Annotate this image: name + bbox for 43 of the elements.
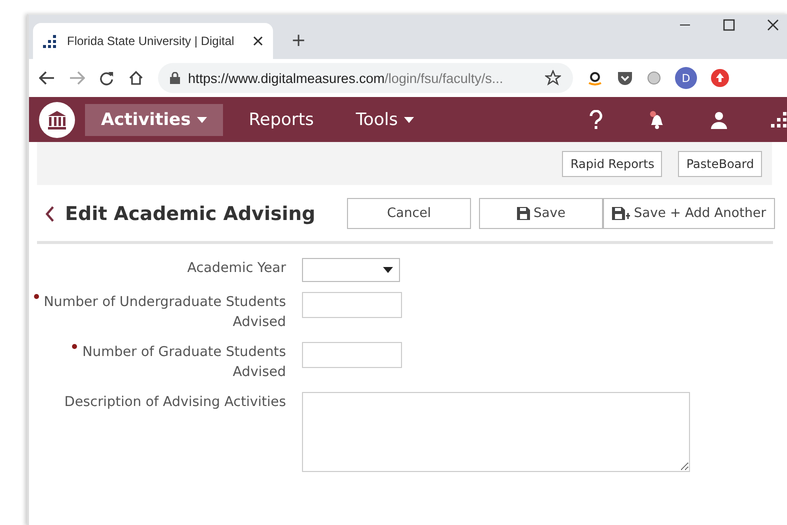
caret-icon: [383, 267, 393, 273]
toolbar-button[interactable]: PasteBoard: [678, 150, 762, 176]
field-label: Number of Graduate Students Advised: [29, 342, 286, 382]
save-icon: [516, 207, 530, 220]
input-field[interactable]: [302, 342, 402, 368]
field-label: Description of Advising Activities: [63, 393, 286, 412]
help-icon[interactable]: [589, 110, 603, 130]
star-icon[interactable]: [545, 70, 561, 86]
circle-icon[interactable]: [647, 71, 661, 85]
user-icon[interactable]: [711, 110, 727, 128]
maximize-icon[interactable]: [723, 19, 735, 31]
reload-icon[interactable]: [99, 70, 114, 86]
select-field[interactable]: [302, 258, 400, 282]
lock-icon: [170, 72, 180, 84]
dots-logo-icon[interactable]: [771, 112, 787, 128]
nav-menu-item[interactable]: Activities: [85, 104, 223, 136]
dots-logo-icon: [43, 34, 59, 48]
profile-avatar[interactable]: D: [675, 67, 697, 89]
close-icon[interactable]: [767, 19, 779, 31]
action-button[interactable]: Save + Add Another: [603, 198, 775, 229]
pocket-icon[interactable]: [617, 70, 633, 86]
address-bar[interactable]: https://www.digitalmeasures.com/login/fsu/faculty/s...: [158, 63, 573, 93]
back-arrow-icon[interactable]: [39, 71, 55, 85]
new-tab-button[interactable]: +: [291, 30, 306, 51]
page-title: Edit Academic Advising: [65, 202, 316, 224]
field-label: Number of Undergraduate Students Advised: [29, 292, 286, 332]
toolbar-button[interactable]: Rapid Reports: [562, 150, 662, 176]
browser-tab[interactable]: Florida State University | Digital: [33, 23, 273, 59]
amazon-logo-icon[interactable]: [587, 70, 603, 86]
action-button[interactable]: Cancel: [347, 198, 471, 229]
nav-menu-item[interactable]: Tools: [340, 104, 430, 136]
home-icon[interactable]: [128, 70, 144, 86]
close-icon[interactable]: [253, 36, 263, 46]
back-chevron-icon[interactable]: [45, 206, 55, 222]
museum-logo-icon[interactable]: [39, 102, 75, 138]
tab-title: Florida State University | Digital: [67, 34, 236, 48]
url-text: https://www.digitalmeasures.com/login/fsu/faculty/s...: [188, 70, 504, 86]
action-button[interactable]: Save: [479, 198, 603, 229]
save-add-icon: [612, 207, 630, 220]
nav-menu-item[interactable]: Reports: [232, 104, 330, 136]
field-label: Academic Year: [186, 259, 286, 278]
input-field[interactable]: [302, 292, 402, 318]
extension-icon[interactable]: [711, 69, 729, 87]
